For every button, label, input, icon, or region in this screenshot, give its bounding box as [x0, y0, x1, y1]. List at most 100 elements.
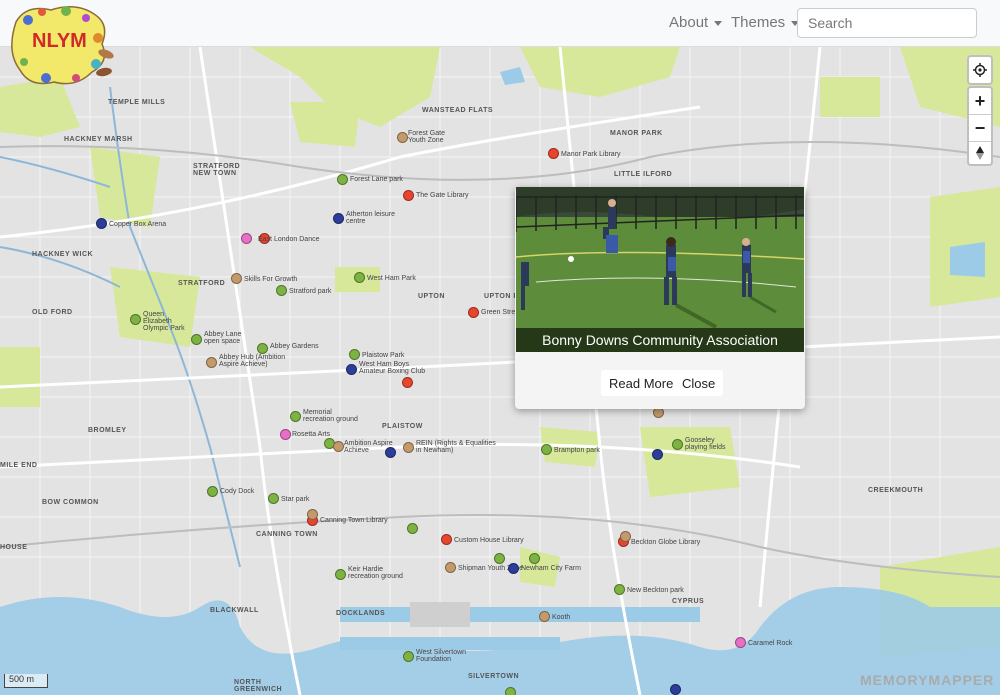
place-label: West Ham Park	[367, 275, 416, 282]
place-marker[interactable]	[335, 569, 346, 580]
place-marker[interactable]	[337, 174, 348, 185]
place-marker[interactable]	[333, 441, 344, 452]
place-marker[interactable]	[385, 447, 396, 458]
place-marker[interactable]	[130, 314, 141, 325]
area-label: OLD FORD	[32, 309, 73, 316]
zoom-out-button[interactable]: −	[969, 114, 991, 141]
place-marker[interactable]	[307, 509, 318, 520]
reset-north-button[interactable]	[969, 141, 991, 164]
place-marker[interactable]	[541, 444, 552, 455]
place-marker[interactable]	[441, 534, 452, 545]
crosshair-icon	[973, 63, 987, 77]
place-label: Copper Box Arena	[109, 221, 167, 228]
place-marker[interactable]	[206, 357, 217, 368]
place-marker[interactable]	[276, 285, 287, 296]
place-marker[interactable]	[407, 523, 418, 534]
place-marker[interactable]	[397, 132, 408, 143]
place-marker[interactable]	[529, 553, 540, 564]
place-label: Cody Dock	[220, 488, 255, 495]
area-label: HACKNEY WICK	[32, 251, 94, 258]
zoom-control: + −	[967, 86, 993, 166]
place-label: Skills For Growth	[244, 276, 298, 283]
zoom-in-button[interactable]: +	[969, 88, 991, 114]
place-label: Abbey Lane open space	[204, 331, 242, 345]
search-input[interactable]	[797, 8, 977, 38]
place-label: Beckton Globe Library	[631, 539, 701, 546]
place-marker[interactable]	[403, 442, 414, 453]
place-label: Memorial recreation ground	[303, 409, 358, 423]
chevron-down-icon	[714, 20, 723, 26]
place-marker[interactable]	[354, 272, 365, 283]
place-marker[interactable]	[257, 343, 268, 354]
close-button[interactable]: Close	[674, 370, 724, 396]
area-label: STRATFORD NEW TOWN	[193, 163, 241, 177]
map-canvas[interactable]: TEMPLE MILLS HACKNEY MARSH STRATFORD NEW…	[0, 47, 1000, 695]
place-label: Caramel Rock	[748, 640, 793, 647]
place-marker[interactable]	[539, 611, 550, 622]
place-label: West Silvertown Foundation	[416, 649, 467, 663]
place-marker[interactable]	[231, 273, 242, 284]
place-marker[interactable]	[508, 563, 519, 574]
place-label: Custom House Library	[454, 537, 524, 544]
place-marker[interactable]	[670, 684, 681, 695]
area-label: CANNING TOWN	[256, 531, 318, 538]
place-label: Plaistow Park	[362, 352, 405, 359]
place-label: Abbey Hub (Ambition Aspire Achieve)	[219, 354, 286, 368]
place-marker[interactable]	[403, 651, 414, 662]
memorymapper-watermark: MEMORYMAPPER	[860, 672, 995, 688]
place-label: Forest Gate Youth Zone	[408, 130, 445, 144]
place-marker[interactable]	[494, 553, 505, 564]
place-label: Forest Lane park	[350, 176, 403, 183]
place-label: Kooth	[552, 614, 571, 621]
place-marker[interactable]	[96, 218, 107, 229]
area-label: PLAISTOW	[382, 423, 423, 430]
area-label: HOUSE	[0, 544, 28, 551]
place-label: Keir Hardie recreation ground	[348, 566, 403, 580]
place-marker[interactable]	[207, 486, 218, 497]
area-label: CYPRUS	[672, 598, 705, 605]
place-marker[interactable]	[268, 493, 279, 504]
place-marker[interactable]	[402, 377, 413, 388]
area-label: DOCKLANDS	[336, 610, 386, 617]
about-menu[interactable]: About	[669, 14, 723, 31]
popup-title: Bonny Downs Community Association	[516, 328, 804, 352]
place-marker[interactable]	[505, 687, 516, 695]
place-marker[interactable]	[280, 429, 291, 440]
place-label: Newham City Farm	[521, 565, 581, 572]
locate-button[interactable]	[969, 57, 991, 83]
place-label: REIN (Rights & Equalities in Newham)	[416, 440, 496, 454]
place-photo: Bonny Downs Community Association	[516, 187, 804, 352]
compass-icon	[976, 146, 984, 160]
place-marker[interactable]	[191, 334, 202, 345]
place-label: New Beckton park	[627, 587, 684, 594]
place-marker[interactable]	[468, 307, 479, 318]
read-more-button[interactable]: Read More	[601, 370, 682, 396]
place-marker[interactable]	[403, 190, 414, 201]
nlym-logo[interactable]: NLYM	[6, 2, 118, 92]
place-marker[interactable]	[652, 449, 663, 460]
place-label: Gooseley playing fields	[685, 437, 726, 451]
place-marker[interactable]	[672, 439, 683, 450]
place-popup: Bonny Downs Community Association Read M…	[515, 187, 805, 409]
place-marker[interactable]	[614, 584, 625, 595]
area-label: CREEKMOUTH	[868, 487, 924, 494]
themes-menu[interactable]: Themes	[731, 14, 800, 31]
place-label: Canning Town Library	[320, 517, 388, 524]
place-marker[interactable]	[290, 411, 301, 422]
place-marker[interactable]	[333, 213, 344, 224]
area-label: HACKNEY MARSH	[64, 136, 133, 143]
locate-control	[967, 55, 993, 85]
area-label: BOW COMMON	[42, 499, 99, 506]
place-label: Brampton park	[554, 447, 600, 454]
place-label: Atherton leisure centre	[346, 211, 396, 225]
place-marker[interactable]	[548, 148, 559, 159]
place-label: The Gate Library	[416, 192, 469, 199]
place-marker[interactable]	[735, 637, 746, 648]
place-marker[interactable]	[620, 531, 631, 542]
area-label: BROMLEY	[88, 427, 127, 434]
map-base-tiles	[0, 47, 1000, 695]
place-marker[interactable]	[241, 233, 252, 244]
place-marker[interactable]	[349, 349, 360, 360]
place-marker[interactable]	[346, 364, 357, 375]
place-marker[interactable]	[445, 562, 456, 573]
